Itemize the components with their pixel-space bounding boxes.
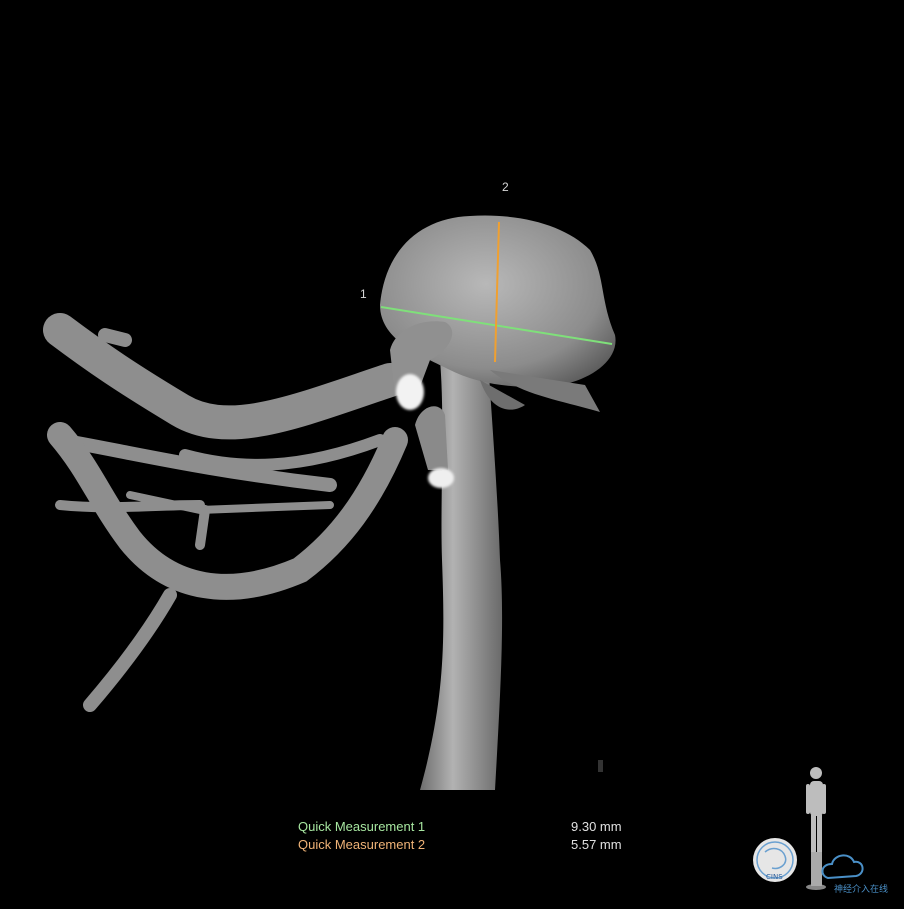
measurement-1-marker-label: 1 <box>360 287 367 301</box>
measurement-1-label: Quick Measurement 1 <box>298 819 426 834</box>
neurointervention-online-logo <box>821 854 864 880</box>
measurement-2-value: 5.57 mm <box>571 837 622 852</box>
measurement-2-marker-label: 2 <box>502 180 509 194</box>
3d-angiography-viewport[interactable]: 2 1 CINS 神经介入在线 Quick Measurement 1 9.30… <box>0 0 904 904</box>
measurement-readout: Quick Measurement 1 9.30 mm Quick Measur… <box>298 818 638 858</box>
branch-vessels <box>43 313 408 712</box>
vessel-render <box>43 215 864 890</box>
measurement-1-value: 9.30 mm <box>571 819 622 834</box>
neurointervention-logo-text: 神经介入在线 <box>834 885 889 895</box>
measurement-2-label: Quick Measurement 2 <box>298 837 426 852</box>
cins-logo-text: CINS <box>766 873 783 881</box>
